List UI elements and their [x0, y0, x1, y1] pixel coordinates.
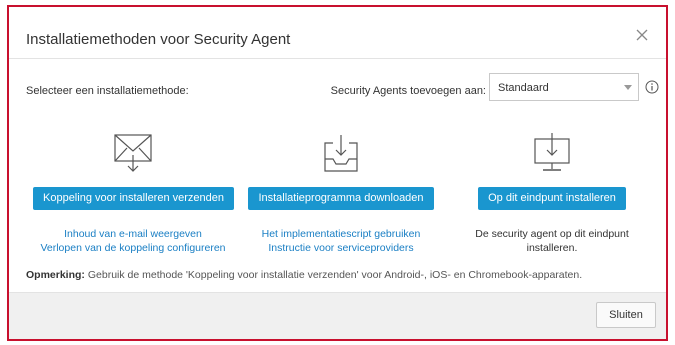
configure-link-expiry-link[interactable]: Verlopen van de koppeling configureren: [33, 241, 233, 255]
close-icon[interactable]: [632, 25, 652, 45]
install-on-endpoint-button[interactable]: Op dit eindpunt installeren: [478, 187, 626, 210]
note-prefix: Opmerking:: [26, 269, 85, 281]
method-column-download: Installatieprogramma downloaden Het impl…: [241, 131, 441, 255]
note-body: Gebruik de methode 'Koppeling voor insta…: [84, 269, 583, 281]
method-column-endpoint: Op dit eindpunt installeren De security …: [452, 131, 652, 255]
note-text: Opmerking: Gebruik de methode 'Koppeling…: [26, 269, 582, 281]
method-column-email: Koppeling voor installeren verzenden Inh…: [33, 131, 235, 255]
group-select-value: Standaard: [498, 82, 549, 94]
dialog-frame: Installatiemethoden voor Security Agent …: [7, 5, 668, 341]
monitor-download-icon: [534, 133, 570, 171]
dialog-header: Installatiemethoden voor Security Agent: [9, 7, 666, 59]
use-deployment-script-link[interactable]: Het implementatiescript gebruiken: [241, 227, 441, 241]
method-label: Selecteer een installatiemethode:: [26, 85, 189, 97]
chevron-down-icon: [624, 85, 632, 90]
install-on-endpoint-description: De security agent op dit eindpunt instal…: [475, 228, 629, 254]
group-select[interactable]: Standaard: [489, 73, 639, 101]
dialog-title: Installatiemethoden voor Security Agent: [26, 31, 291, 48]
close-button[interactable]: Sluiten: [596, 302, 656, 328]
agents-label: Security Agents toevoegen aan:: [330, 85, 486, 97]
info-icon[interactable]: [645, 80, 659, 94]
tray-download-icon: [324, 135, 358, 172]
service-provider-instructions-link[interactable]: Instructie voor serviceproviders: [241, 241, 441, 255]
envelope-download-icon: [114, 134, 152, 172]
dialog-footer: Sluiten: [9, 292, 666, 339]
download-installer-button[interactable]: Installatieprogramma downloaden: [248, 187, 434, 210]
method-row: Selecteer een installatiemethode: Securi…: [9, 73, 666, 109]
send-install-link-button[interactable]: Koppeling voor installeren verzenden: [33, 187, 235, 210]
view-email-content-link[interactable]: Inhoud van e-mail weergeven: [33, 227, 233, 241]
